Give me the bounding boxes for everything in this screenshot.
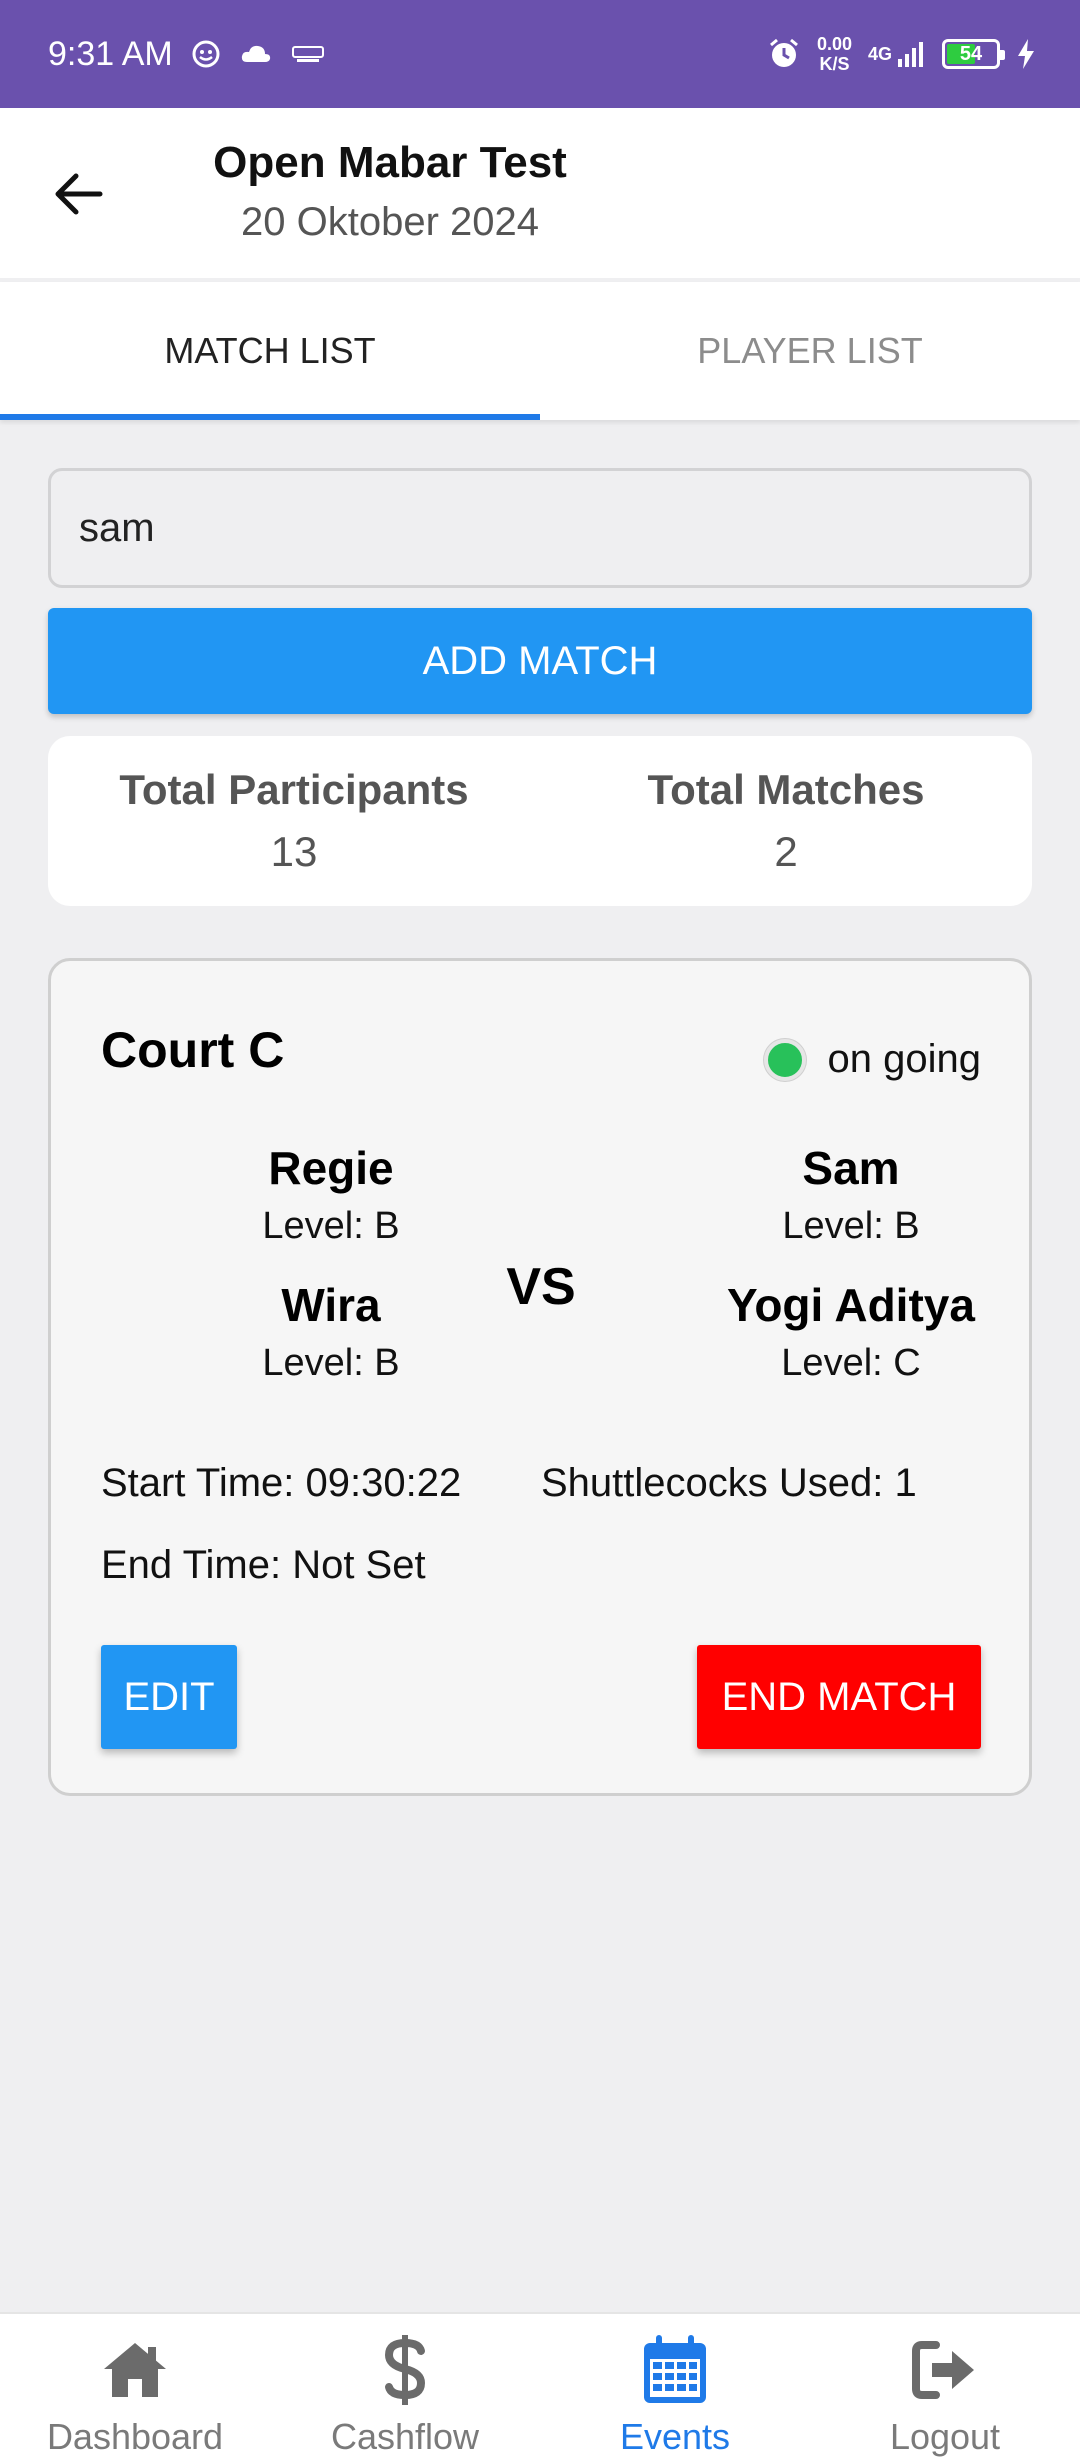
start-time: Start Time: 09:30:22 xyxy=(101,1461,462,1505)
signal-icon: 4G xyxy=(868,39,926,69)
match-card: Court C on going Regie Level: B Wira Lev… xyxy=(48,958,1032,1796)
nav-dashboard-label: Dashboard xyxy=(46,2416,224,2457)
team-left: Regie Level: B Wira Level: B xyxy=(151,1141,511,1415)
dollar-icon xyxy=(383,2330,427,2410)
match-status: on going xyxy=(763,1037,981,1082)
battery-level: 54 xyxy=(959,42,983,65)
nav-logout-label: Logout xyxy=(889,2416,1001,2457)
total-matches: Total Matches 2 xyxy=(540,766,1032,876)
network-type: 4G xyxy=(867,43,892,64)
tab-player-list[interactable]: PLAYER LIST xyxy=(540,282,1080,420)
nav-cashflow[interactable]: Cashflow xyxy=(270,2314,540,2460)
clock: 9:31 AM xyxy=(48,34,173,73)
status-bar-left: 9:31 AM xyxy=(48,35,325,74)
player-level: Level: B xyxy=(262,1342,400,1384)
calendar-icon xyxy=(640,2330,710,2410)
total-participants: Total Participants 13 xyxy=(48,766,540,876)
player-name: Yogi Aditya xyxy=(727,1279,975,1331)
player: Yogi Aditya Level: C xyxy=(671,1278,1031,1385)
team-right: Sam Level: B Yogi Aditya Level: C xyxy=(671,1141,1031,1415)
player-level: Level: B xyxy=(262,1205,400,1247)
battery-indicator: 54 xyxy=(942,39,1005,69)
alarm-icon xyxy=(767,37,801,71)
versus-label: VS xyxy=(506,1258,576,1316)
add-match-button[interactable]: ADD MATCH xyxy=(48,608,1032,714)
total-matches-value: 2 xyxy=(774,828,798,875)
player: Sam Level: B xyxy=(671,1141,1031,1248)
player: Wira Level: B xyxy=(151,1278,511,1385)
event-date: 20 Oktober 2024 xyxy=(241,200,539,244)
search-input[interactable]: sam xyxy=(48,468,1032,588)
end-time: End Time: Not Set xyxy=(101,1543,426,1587)
logout-icon xyxy=(910,2330,980,2410)
court-name: Court C xyxy=(101,1022,285,1078)
end-match-button[interactable]: END MATCH xyxy=(697,1645,981,1749)
total-participants-label: Total Participants xyxy=(119,766,469,813)
network-speed: 0.00 K/S xyxy=(817,34,852,74)
nav-events[interactable]: Events xyxy=(540,2314,810,2460)
news-app-icon xyxy=(291,44,325,64)
face-notification-icon xyxy=(191,39,221,69)
status-bar-right: 0.00 K/S 4G 54 xyxy=(767,34,1036,74)
tab-match-list[interactable]: MATCH LIST xyxy=(0,282,540,420)
status-dot-icon xyxy=(763,1038,806,1081)
total-matches-label: Total Matches xyxy=(647,766,925,813)
nav-dashboard[interactable]: Dashboard xyxy=(0,2314,270,2460)
stats-card: Total Participants 13 Total Matches 2 xyxy=(48,736,1032,906)
network-speed-unit: K/S xyxy=(819,54,850,74)
page-title: Open Mabar Test xyxy=(213,138,567,187)
nav-events-label: Events xyxy=(619,2416,731,2457)
home-icon xyxy=(100,2330,170,2410)
player-name: Sam xyxy=(802,1142,900,1194)
shuttlecocks-used: Shuttlecocks Used: 1 xyxy=(541,1461,917,1505)
app-bar: Open Mabar Test 20 Oktober 2024 xyxy=(0,108,1080,278)
match-status-label: on going xyxy=(827,1037,981,1081)
tab-bar: MATCH LIST PLAYER LIST xyxy=(0,282,1080,420)
header-title-block: Open Mabar Test 20 Oktober 2024 xyxy=(0,138,780,245)
charging-icon xyxy=(1016,38,1036,70)
nav-logout[interactable]: Logout xyxy=(810,2314,1080,2460)
cloud-icon xyxy=(239,42,273,66)
player: Regie Level: B xyxy=(151,1141,511,1248)
bottom-navigation: Dashboard Cashflow Events Logout xyxy=(0,2312,1080,2460)
network-speed-value: 0.00 xyxy=(816,34,852,54)
player-name: Regie xyxy=(268,1142,394,1194)
edit-match-button[interactable]: EDIT xyxy=(101,1645,237,1749)
player-level: Level: C xyxy=(781,1342,921,1384)
player-level: Level: B xyxy=(782,1205,920,1247)
total-participants-value: 13 xyxy=(270,828,318,875)
nav-cashflow-label: Cashflow xyxy=(330,2416,480,2457)
status-bar: 9:31 AM 0.00 K/S 4G 54 xyxy=(0,0,1080,108)
player-name: Wira xyxy=(281,1279,381,1331)
